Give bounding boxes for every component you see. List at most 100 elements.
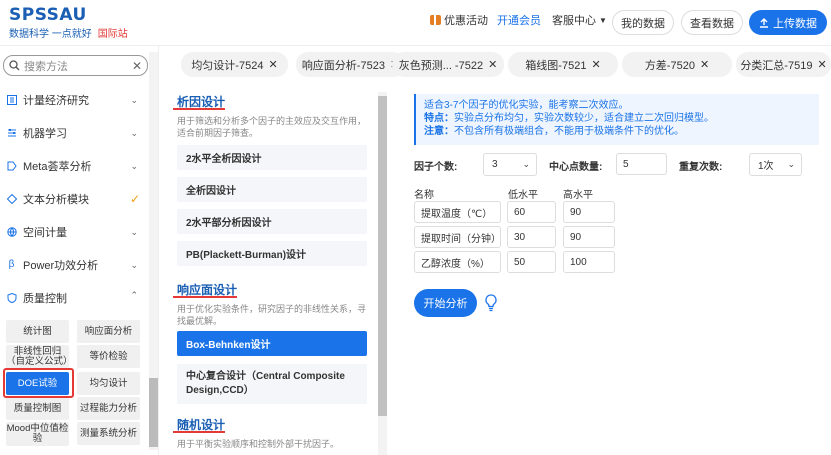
check-badge-icon: ✓ [129, 192, 140, 206]
sidebar-item-quality-control[interactable]: 质量控制 ⌃ [0, 281, 148, 314]
view-data-button[interactable]: 查看数据 [681, 10, 743, 35]
shield-icon [6, 292, 17, 303]
close-icon[interactable]: ✕ [268, 58, 277, 71]
factors-label: 因子个数: [414, 162, 458, 173]
start-analysis-button[interactable]: 开始分析 [414, 289, 477, 317]
tab-anova[interactable]: 方差-7520 ✕ [622, 52, 732, 77]
factor-name-input[interactable]: 提取时间（分钟） [414, 226, 501, 248]
center-points-input[interactable]: 5 [616, 153, 667, 175]
sub-response-surface[interactable]: 响应面分析 [77, 320, 140, 343]
chevron-down-icon: ⌄ [522, 159, 530, 169]
chevron-down-icon: ⌄ [130, 161, 138, 171]
sub-equivalence-test[interactable]: 等价检验 [77, 345, 140, 368]
middle-scroll-thumb[interactable] [378, 96, 387, 416]
option-plackett-burman[interactable]: PB(Plackett-Burman)设计 [177, 241, 367, 266]
column-header-name: 名称 [414, 190, 434, 201]
tab-boxplot[interactable]: 箱线图-7521 ✕ [508, 52, 618, 77]
grid-icon [6, 94, 17, 105]
chevron-up-icon: ⌃ [130, 290, 138, 300]
section-desc-random: 用于平衡实验顺序和控制外部干扰因子。 [177, 439, 340, 449]
highlight-underline [173, 296, 237, 298]
chevron-down-icon: ⌄ [130, 227, 138, 237]
section-desc-response-surface: 用于优化实验条件，研究因子的非线性关系，寻找最优解。 [177, 304, 367, 326]
section-desc-factorial: 用于筛选和分析多个因子的主效应及交互作用，适合前期因子筛查。 [177, 116, 367, 138]
close-icon[interactable]: ✕ [700, 58, 709, 71]
sub-measurement-system[interactable]: 测量系统分析 [77, 422, 140, 445]
logo-text: SPSSAU [9, 5, 87, 25]
search-input[interactable]: 搜索方法 ✕ [3, 55, 148, 76]
sidebar-item-econometrics[interactable]: 计量经济研究 ⌄ [0, 83, 148, 116]
diamond-icon [6, 193, 17, 204]
tab-summary[interactable]: 分类汇总-7519 ✕ [736, 52, 831, 77]
option-box-behnken[interactable]: Box-Behnken设计 [177, 331, 367, 356]
factor-name-input[interactable]: 乙醇浓度（%） [414, 251, 501, 273]
gift-icon [430, 15, 441, 25]
clear-icon[interactable]: ✕ [132, 59, 142, 73]
lightbulb-icon[interactable] [484, 294, 498, 312]
repeats-label: 重复次数: [679, 162, 723, 173]
center-points-label: 中心点数量: [549, 162, 603, 173]
top-header: SPSSAU 数据科学 一点就好 国际站 优惠活动 开通会员 客服中心 ▼ 我的数据… [0, 0, 831, 46]
sub-mood-median[interactable]: Mood中位值检验 [6, 422, 69, 446]
design-info-box-shown: 适合3-7个因子的优化实验，能考察二次效应。 特点：实验点分布均匀，实验次数较少… [414, 94, 819, 145]
sidebar-item-text-analysis[interactable]: 文本分析模块 ✓ [0, 182, 148, 215]
tab-grey-forecast[interactable]: 灰色预测... -7522 ✕ [392, 52, 504, 77]
sub-nonlinear-regression[interactable]: 非线性回归（自定义公式） [6, 345, 73, 369]
close-icon[interactable]: ✕ [817, 58, 826, 71]
option-full-factorial[interactable]: 全析因设计 [177, 177, 367, 202]
sidebar-item-meta-analysis[interactable]: Meta荟萃分析 ⌄ [0, 149, 148, 182]
tab-response-surface[interactable]: 响应面分析-7523✕ [296, 52, 405, 77]
intl-link[interactable]: 国际站 [98, 29, 128, 40]
factors-select[interactable]: 3 ⌄ [483, 153, 537, 176]
low-level-input[interactable]: 60 [507, 201, 556, 223]
repeats-select[interactable]: 1次 ⌄ [749, 153, 802, 176]
search-placeholder: 搜索方法 [24, 60, 68, 73]
sidebar: 搜索方法 ✕ 计量经济研究 ⌄ 机器学习 ⌄ Meta荟萃分析 ⌄ 文本分析模块 ✓ … [0, 46, 159, 455]
sliders-icon [6, 127, 17, 138]
option-2level-fractional-factorial[interactable]: 2水平部分析因设计 [177, 209, 367, 234]
sub-uniform-design[interactable]: 均匀设计 [77, 372, 140, 395]
column-header-low: 低水平 [508, 190, 538, 201]
chevron-down-icon: ▼ [599, 15, 607, 25]
sub-control-chart[interactable]: 质量控制图 [6, 397, 69, 420]
chevron-down-icon: ⌄ [130, 128, 138, 138]
close-icon[interactable]: ✕ [591, 58, 600, 71]
low-level-input[interactable]: 30 [507, 226, 556, 248]
close-icon[interactable]: ✕ [488, 58, 497, 71]
chevron-down-icon: ⌄ [787, 159, 795, 169]
sidebar-scroll-thumb[interactable] [149, 378, 158, 447]
high-level-input[interactable]: 90 [563, 226, 615, 248]
highlight-underline [173, 431, 225, 433]
open-tabs: 均匀设计-7524✕ 响应面分析-7523✕ 灰色预测... -7522✕ 箱线… [163, 52, 831, 77]
chevron-down-icon: ⌄ [130, 260, 138, 270]
sidebar-item-power[interactable]: β Power功效分析 ⌄ [0, 248, 148, 281]
high-level-input[interactable]: 90 [563, 201, 615, 223]
factor-name-input[interactable]: 提取温度（℃） [414, 201, 501, 223]
sidebar-item-spatial[interactable]: 空间计量 ⌄ [0, 215, 148, 248]
tag-icon [6, 160, 17, 171]
globe-icon [6, 226, 17, 237]
column-header-high: 高水平 [563, 190, 593, 201]
option-2level-full-factorial[interactable]: 2水平全析因设计 [177, 145, 367, 170]
highlight-underline [173, 108, 225, 110]
doe-highlight-box [3, 368, 74, 398]
vip-link[interactable]: 开通会员 [497, 12, 541, 28]
tab-uniform-design[interactable]: 均匀设计-7524 ✕ [181, 52, 288, 77]
slogan: 数据科学 一点就好 [9, 29, 92, 40]
chevron-down-icon: ⌄ [130, 95, 138, 105]
sub-process-capability[interactable]: 过程能力分析 [77, 397, 140, 420]
logo[interactable]: SPSSAU 数据科学 一点就好 国际站 [9, 6, 128, 40]
sidebar-item-machine-learning[interactable]: 机器学习 ⌄ [0, 116, 148, 149]
my-data-button[interactable]: 我的数据 [612, 10, 674, 35]
promo-link[interactable]: 优惠活动 [430, 12, 488, 28]
option-central-composite[interactable]: 中心复合设计（Central Composite Design,CCD） [177, 364, 367, 404]
design-type-panel: 析因设计 用于筛选和分析多个因子的主效应及交互作用，适合前期因子筛查。 2水平全… [164, 86, 388, 455]
low-level-input[interactable]: 50 [507, 251, 556, 273]
sub-stat-chart[interactable]: 统计图 [6, 320, 69, 343]
service-center-menu[interactable]: 客服中心 ▼ [552, 12, 607, 28]
upload-icon [760, 17, 768, 28]
beta-icon: β [8, 259, 15, 270]
search-icon [9, 60, 20, 71]
high-level-input[interactable]: 100 [563, 251, 615, 273]
upload-data-button[interactable]: 上传数据 [749, 10, 827, 35]
